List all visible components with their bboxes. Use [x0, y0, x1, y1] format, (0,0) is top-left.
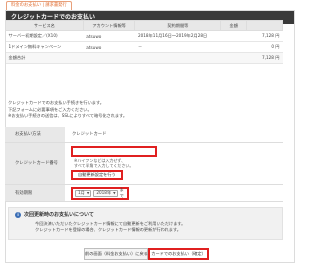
card-number-input[interactable] — [71, 145, 157, 157]
renewal-info-box: i 次回更新時のお支払いについて 今回決済いただいたクレジットカード情報にて自動… — [8, 207, 283, 240]
method-label: お支払い方法 — [5, 127, 65, 143]
auto-renew-button[interactable]: 自動更新設定を行う — [71, 169, 123, 180]
header-account: アカウント情報等 — [82, 20, 136, 31]
header-service: サービス名 — [5, 20, 84, 31]
card-number-label: クレジットカード番号 — [5, 142, 65, 185]
info-body: 今回決済いただいたクレジットカード情報にて自動更新をご利用いただけます。 クレジ… — [35, 221, 186, 232]
note-line: ※お支払い手続きの送信は、SSLによりすべて暗号化されます。 — [8, 113, 128, 119]
tab-payment-invoice[interactable]: 料金のお支払い | 請求書発行 — [6, 1, 72, 10]
row-total: 0 円 — [246, 41, 283, 53]
payment-notes: クレジットカードでのお支払い手続きを行います。 下記フォームに必要事項をご入力く… — [8, 100, 127, 120]
expiry-label: 有効期限 — [5, 184, 65, 202]
row-account: atsuwo — [83, 30, 135, 42]
payment-form: お支払い方法 クレジットカード クレジットカード番号 ※ハイフンなどは入力せず、… — [5, 127, 283, 202]
row-period: 2018年11月16日～2019年2月28日 — [134, 30, 221, 42]
row-amount — [220, 30, 247, 42]
table-row: サーバー初期設定／(X10) atsuwo 2018年11月16日～2019年2… — [5, 30, 283, 42]
row-period: － — [134, 41, 221, 53]
chevron-down-icon: ▼ — [86, 191, 90, 195]
header-total — [246, 20, 283, 31]
expiry-suffix: まで — [119, 187, 124, 198]
back-button[interactable]: 前の画面（料金お支払い）に戻る — [84, 248, 148, 260]
header-period: 契約期間等 — [134, 20, 222, 31]
row-account: atsuwo — [83, 41, 135, 53]
total-label: 金額合計 — [5, 52, 84, 64]
row-amount — [220, 41, 247, 53]
card-number-note: ※ハイフンなどは入力せず、 すべて半角で入力してください。 — [74, 157, 134, 169]
form-row-method: お支払い方法 クレジットカード — [5, 127, 283, 143]
form-row-expiry: 有効期限 1月 ▼ 2018年 ▼ まで — [5, 184, 283, 202]
expiry-selects: 1月 ▼ 2018年 ▼ まで — [71, 186, 129, 200]
confirm-card-payment-button[interactable]: カードでのお支払い（確定） — [148, 248, 209, 260]
note-line: クレジットカードでのお支払い手続きを行います。 — [8, 100, 104, 105]
table-row: 1ドメイン無料キャンペーン atsuwo － 0 円 — [5, 41, 283, 53]
total-row: 金額合計 7,128 円 — [5, 52, 283, 64]
expiry-year-select[interactable]: 2018年 ▼ — [93, 189, 118, 197]
total-value: 7,128 円 — [246, 52, 283, 64]
info-icon: i — [15, 211, 21, 218]
row-service: サーバー初期設定／(X10) — [5, 30, 84, 42]
chevron-down-icon: ▼ — [113, 191, 116, 195]
info-title: i 次回更新時のお支払いについて — [15, 211, 276, 218]
service-table: サービス名 アカウント情報等 契約期間等 金額 サーバー初期設定／(X10) a… — [5, 20, 283, 64]
method-value: クレジットカード — [65, 127, 283, 143]
row-service: 1ドメイン無料キャンペーン — [5, 41, 84, 53]
service-table-header: サービス名 アカウント情報等 契約期間等 金額 — [5, 20, 283, 31]
form-row-card: クレジットカード番号 ※ハイフンなどは入力せず、 すべて半角で入力してください。… — [5, 142, 283, 185]
expiry-month-select[interactable]: 1月 ▼ — [75, 189, 92, 197]
row-total: 7,128 円 — [246, 30, 283, 42]
header-amount: 金額 — [220, 20, 248, 31]
